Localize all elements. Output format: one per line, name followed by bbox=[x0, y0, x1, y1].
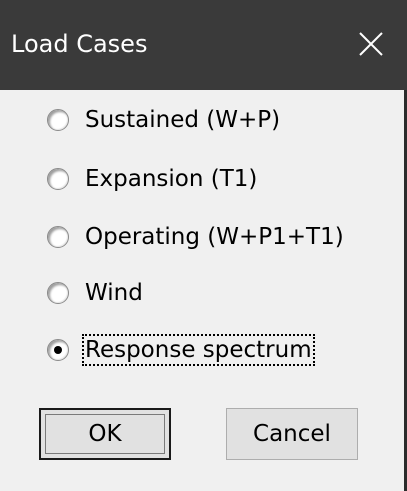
title-bar: Load Cases bbox=[0, 0, 407, 90]
radio-label: Sustained (W+P) bbox=[85, 107, 281, 133]
radio-operating[interactable]: Operating (W+P1+T1) bbox=[47, 220, 346, 254]
radio-selected-dot bbox=[54, 346, 62, 354]
close-icon bbox=[359, 32, 383, 56]
cancel-button[interactable]: Cancel bbox=[226, 408, 358, 460]
radio-sustained[interactable]: Sustained (W+P) bbox=[47, 103, 282, 137]
radio-circle[interactable] bbox=[47, 339, 69, 361]
cancel-button-label: Cancel bbox=[253, 421, 331, 447]
radio-label: Response spectrum bbox=[82, 334, 315, 366]
radio-circle[interactable] bbox=[47, 109, 69, 131]
ok-button[interactable]: OK bbox=[39, 408, 171, 460]
focus-rectangle bbox=[45, 414, 165, 454]
radio-circle[interactable] bbox=[47, 168, 69, 190]
window-title: Load Cases bbox=[11, 30, 148, 58]
radio-label: Operating (W+P1+T1) bbox=[85, 224, 344, 250]
radio-label: Expansion (T1) bbox=[85, 166, 258, 192]
radio-expansion[interactable]: Expansion (T1) bbox=[47, 162, 259, 196]
close-button[interactable] bbox=[357, 30, 385, 58]
radio-wind[interactable]: Wind bbox=[47, 276, 145, 310]
radio-response-spectrum[interactable]: Response spectrum bbox=[47, 333, 315, 367]
radio-circle[interactable] bbox=[47, 282, 69, 304]
radio-circle[interactable] bbox=[47, 226, 69, 248]
radio-label: Wind bbox=[85, 280, 143, 306]
